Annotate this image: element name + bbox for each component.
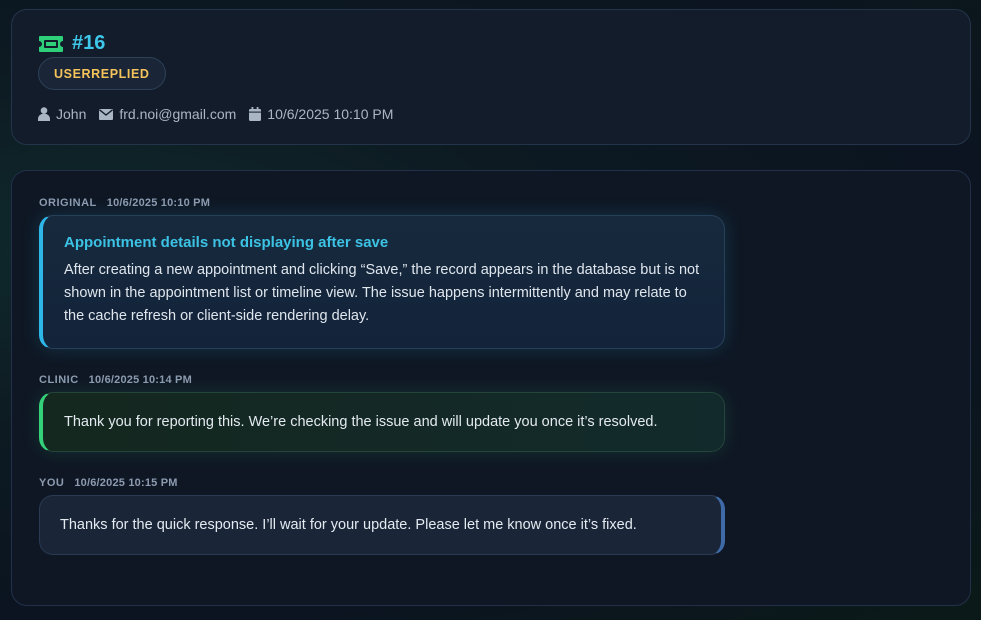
ticket-icon <box>38 35 64 53</box>
message-label-clinic: CLINIC 10/6/2025 10:14 PM <box>39 374 192 386</box>
envelope-icon <box>99 108 114 120</box>
message-thread: ORIGINAL 10/6/2025 10:10 PM Appointment … <box>11 170 971 606</box>
ticket-header-card: #16 USERREPLIED John frd.noi@gmail.com 1… <box>11 9 971 145</box>
author-email: frd.noi@gmail.com <box>119 106 237 122</box>
meta-email: frd.noi@gmail.com <box>99 106 236 122</box>
message-bubble-you: Thanks for the quick response. I’ll wait… <box>39 495 725 555</box>
message-time: 10/6/2025 10:10 PM <box>106 197 211 209</box>
message-sender: YOU <box>39 477 65 489</box>
message-body: Thanks for the quick response. I’ll wait… <box>60 517 637 533</box>
message-bubble-original: Appointment details not displaying after… <box>39 215 725 349</box>
message-bubble-clinic: Thank you for reporting this. We’re chec… <box>39 392 725 452</box>
meta-author: John <box>38 106 86 122</box>
meta-created: 10/6/2025 10:10 PM <box>249 106 393 122</box>
message-sender: ORIGINAL <box>39 197 97 209</box>
message-body: Thank you for reporting this. We’re chec… <box>64 414 658 430</box>
message-title: Appointment details not displaying after… <box>64 234 389 251</box>
message-time: 10/6/2025 10:14 PM <box>88 374 192 386</box>
message-label-you: YOU 10/6/2025 10:15 PM <box>39 477 178 489</box>
ticket-title-row: #16 <box>38 32 105 55</box>
calendar-icon <box>249 107 262 121</box>
ticket-meta: John frd.noi@gmail.com 10/6/2025 10:10 P… <box>38 106 406 122</box>
created-date: 10/6/2025 10:10 PM <box>267 106 394 122</box>
message-time: 10/6/2025 10:15 PM <box>74 477 178 489</box>
status-badge: USERREPLIED <box>38 57 166 90</box>
message-label-original: ORIGINAL 10/6/2025 10:10 PM <box>39 197 210 209</box>
author-name: John <box>56 106 87 122</box>
user-icon <box>38 107 50 121</box>
ticket-number: #16 <box>72 32 106 54</box>
message-sender: CLINIC <box>39 374 79 386</box>
message-body: After creating a new appointment and cli… <box>64 262 700 324</box>
